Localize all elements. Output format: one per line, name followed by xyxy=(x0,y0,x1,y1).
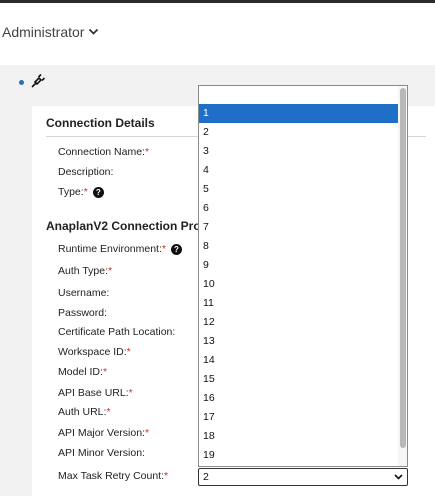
label-runtime-environment: Runtime Environment: * ? xyxy=(58,243,182,255)
dropdown-options: 1 2 3 4 5 6 7 8 9 10 11 12 13 14 15 16 17 18 19 xyxy=(199,104,407,465)
user-menu[interactable]: Administrator xyxy=(2,24,99,40)
dropdown-option[interactable]: 10 xyxy=(199,275,407,294)
required-mark: * xyxy=(128,387,133,399)
dropdown-option[interactable]: 15 xyxy=(199,370,407,389)
required-mark: * xyxy=(144,146,150,158)
label-workspace-id: Workspace ID: * xyxy=(58,346,131,358)
scrollbar-track[interactable] xyxy=(398,86,407,466)
dropdown-option[interactable]: 6 xyxy=(199,199,407,218)
dropdown-option[interactable]: 17 xyxy=(199,408,407,427)
required-mark: * xyxy=(144,427,150,439)
label-model-id: Model ID: * xyxy=(58,366,107,378)
label-auth-type: Auth Type: * xyxy=(58,265,112,277)
label-connection-name: Connection Name: * xyxy=(58,146,149,158)
label-password: Password: xyxy=(58,307,107,319)
dropdown-option[interactable]: 7 xyxy=(199,218,407,237)
dropdown-option[interactable]: 18 xyxy=(199,427,407,446)
dropdown-option[interactable]: 8 xyxy=(199,237,407,256)
dropdown-option[interactable]: 2 xyxy=(199,123,407,142)
label-text: Username: xyxy=(58,287,110,299)
label-username: Username: xyxy=(58,287,109,299)
bullet-dot xyxy=(19,80,24,85)
required-mark: * xyxy=(83,186,88,198)
header-bar: Administrator xyxy=(0,3,435,65)
dropdown-option[interactable]: 5 xyxy=(199,180,407,199)
label-max-task-retry-count: Max Task Retry Count: * xyxy=(58,470,168,482)
dropdown-option[interactable]: 11 xyxy=(199,294,407,313)
plug-icon xyxy=(31,73,46,88)
required-mark: * xyxy=(102,366,108,378)
label-text: Model ID: xyxy=(58,366,103,378)
label-text: Description: xyxy=(58,166,114,178)
max-task-retry-count-select[interactable]: 2 xyxy=(198,468,408,486)
help-icon[interactable]: ? xyxy=(92,186,104,198)
section-title-connection-properties: AnaplanV2 Connection Prope xyxy=(46,219,215,233)
required-mark: * xyxy=(106,406,111,418)
label-text: Runtime Environment: xyxy=(58,243,162,255)
select-value: 2 xyxy=(203,471,209,483)
dropdown-option[interactable]: 12 xyxy=(199,313,407,332)
label-text: API Major Version: xyxy=(58,427,145,439)
label-description: Description: xyxy=(58,166,113,178)
label-api-minor-version: API Minor Version: xyxy=(58,447,145,459)
dropdown-option[interactable]: 1 xyxy=(199,104,398,123)
required-mark: * xyxy=(164,470,169,482)
dropdown-option[interactable]: 13 xyxy=(199,332,407,351)
dropdown-option[interactable]: 4 xyxy=(199,161,407,180)
required-mark: * xyxy=(161,243,166,255)
retry-count-dropdown-list[interactable]: 1 2 3 4 5 6 7 8 9 10 11 12 13 14 15 16 17 18 19 xyxy=(198,85,408,467)
section-title-connection-details: Connection Details xyxy=(46,116,155,130)
label-certificate-path: Certificate Path Location: xyxy=(58,326,175,338)
dropdown-option[interactable]: 19 xyxy=(199,446,407,465)
dropdown-option[interactable]: 9 xyxy=(199,256,407,275)
label-text: Type: xyxy=(58,186,84,198)
scrollbar-thumb[interactable] xyxy=(400,88,406,448)
label-api-major-version: API Major Version: * xyxy=(58,427,149,439)
dropdown-option[interactable]: 3 xyxy=(199,142,407,161)
label-text: Connection Name: xyxy=(58,146,145,158)
chevron-down-icon xyxy=(89,28,99,35)
label-api-base-url: API Base URL: * xyxy=(58,387,133,399)
help-icon[interactable]: ? xyxy=(170,243,182,255)
label-text: Max Task Retry Count: xyxy=(58,470,165,482)
dropdown-spacer xyxy=(199,86,407,104)
label-text: Certificate Path Location: xyxy=(58,326,176,338)
required-mark: * xyxy=(126,346,131,358)
label-text: Auth URL: xyxy=(58,406,107,418)
label-type: Type: * ? xyxy=(58,186,104,198)
required-mark: * xyxy=(108,265,113,277)
label-text: Password: xyxy=(58,307,108,319)
label-text: Auth Type: xyxy=(58,265,109,277)
label-text: Workspace ID: xyxy=(58,346,127,358)
label-auth-url: Auth URL: * xyxy=(58,406,111,418)
label-text: API Minor Version: xyxy=(58,447,145,459)
dropdown-option[interactable]: 16 xyxy=(199,389,407,408)
chevron-down-icon xyxy=(394,474,403,480)
dropdown-option[interactable]: 14 xyxy=(199,351,407,370)
label-text: API Base URL: xyxy=(58,387,129,399)
user-name: Administrator xyxy=(2,24,85,40)
